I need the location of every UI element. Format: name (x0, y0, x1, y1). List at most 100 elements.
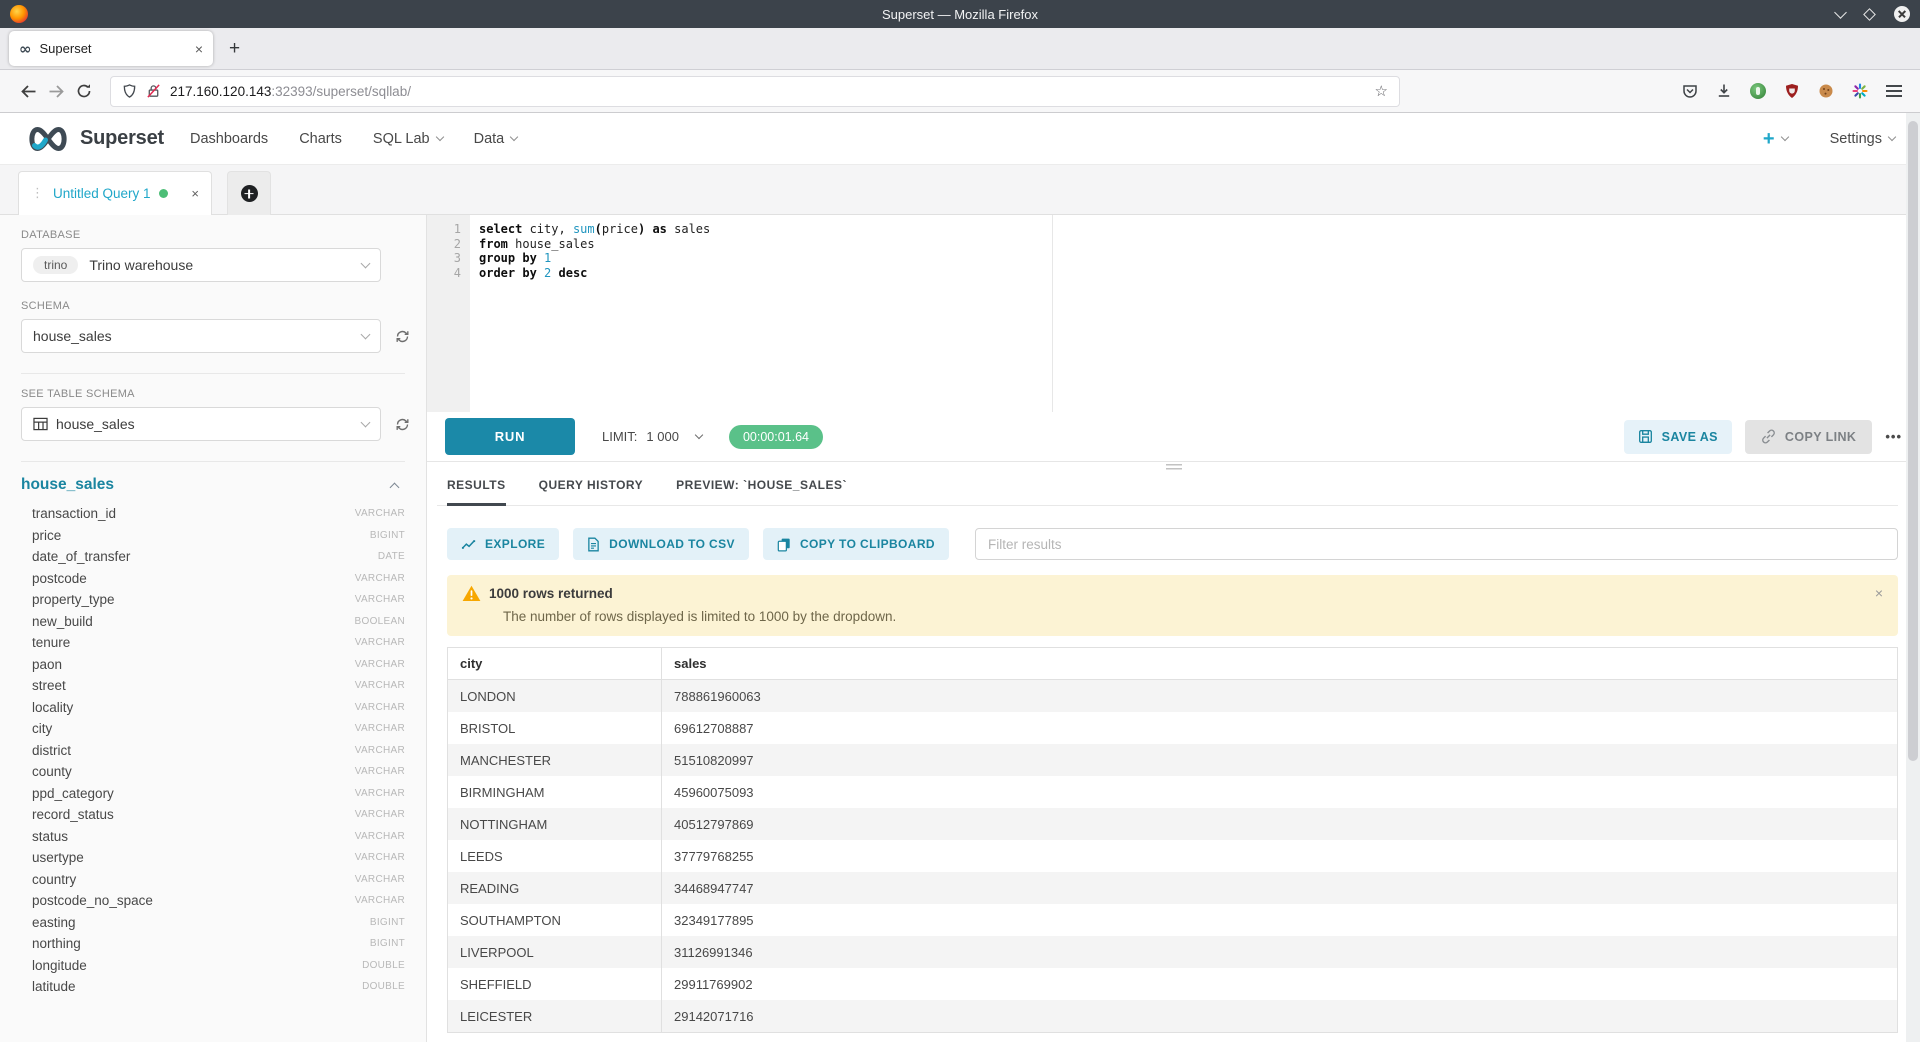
column-name: easting (32, 915, 76, 930)
database-select[interactable]: trino Trino warehouse (21, 248, 381, 282)
cell-city: LONDON (448, 689, 661, 704)
cell-city: BIRMINGHAM (448, 785, 661, 800)
sql-lab-sidebar: DATABASE trino Trino warehouse SCHEMA ho… (0, 215, 427, 1042)
sql-editor-lines: 1select city, sum(price) as sales2from h… (427, 222, 1920, 280)
more-options-icon[interactable]: ••• (1885, 429, 1902, 444)
schema-column: postcode_no_spaceVARCHAR (21, 890, 405, 912)
alert-message: The number of rows displayed is limited … (503, 609, 1882, 624)
filter-results-input[interactable] (975, 528, 1898, 560)
superset-navbar: Superset Dashboards Charts SQL Lab Data … (0, 113, 1920, 165)
scrollbar-thumb[interactable] (1908, 121, 1918, 761)
window-close-icon[interactable] (1894, 6, 1910, 22)
column-type: VARCHAR (355, 637, 405, 648)
pane-resize-handle[interactable] (1166, 464, 1182, 471)
column-type: VARCHAR (355, 788, 405, 799)
limit-dropdown[interactable]: LIMIT: 1 000 (602, 429, 702, 444)
sql-editor[interactable]: 1select city, sum(price) as sales2from h… (427, 215, 1920, 412)
schema-column: northingBIGINT (21, 933, 405, 955)
reload-icon[interactable] (70, 77, 98, 105)
tab-close-icon[interactable]: × (195, 42, 203, 56)
results-table-body: LONDON788861960063BRISTOL69612708887MANC… (448, 680, 1897, 1032)
copy-link-button[interactable]: COPY LINK (1745, 420, 1872, 454)
url-bar[interactable]: 217.160.120.143:32393/superset/sqllab/ ☆ (110, 76, 1400, 107)
column-type: BIGINT (370, 917, 405, 928)
header-city[interactable]: city (448, 656, 661, 671)
copy-clipboard-button[interactable]: COPY TO CLIPBOARD (763, 528, 949, 560)
schema-column: record_statusVARCHAR (21, 804, 405, 826)
tracking-shield-icon[interactable] (122, 83, 137, 99)
nav-item-charts[interactable]: Charts (299, 131, 342, 147)
ublock-shield-icon[interactable] (1784, 83, 1800, 99)
database-label: DATABASE (21, 229, 426, 241)
run-toolbar: RUN LIMIT: 1 000 00:00:01.64 SAVE AS (427, 412, 1920, 462)
add-new-button[interactable]: + (1763, 129, 1788, 149)
table-row: MANCHESTER51510820997 (448, 744, 1897, 776)
query-tab[interactable]: ⋮ Untitled Query 1 × (18, 171, 212, 215)
alert-close-icon[interactable]: × (1875, 585, 1883, 601)
column-type: VARCHAR (355, 895, 405, 906)
rows-returned-alert: 1000 rows returned The number of rows di… (447, 575, 1898, 636)
schema-column: countryVARCHAR (21, 869, 405, 891)
table-row: LEICESTER29142071716 (448, 1000, 1897, 1032)
run-button[interactable]: RUN (445, 418, 575, 455)
query-status-dot (159, 189, 168, 198)
browser-tab-superset[interactable]: ∞ Superset × (9, 31, 213, 66)
sql-lab-workspace: ⋮ Untitled Query 1 × DATABASE trino Trin… (0, 165, 1920, 1042)
cookie-icon[interactable] (1818, 83, 1834, 99)
results-table: city sales LONDON788861960063BRISTOL6961… (447, 647, 1898, 1033)
nav-item-sql-lab[interactable]: SQL Lab (373, 131, 443, 147)
column-name: tenure (32, 635, 70, 650)
file-icon (587, 537, 600, 552)
window-maximize-icon[interactable] (1863, 8, 1876, 21)
extension-pinwheel-icon[interactable] (1852, 83, 1868, 99)
query-tab-close-icon[interactable]: × (191, 186, 199, 201)
tab-preview-house-sales[interactable]: PREVIEW: `HOUSE_SALES` (676, 478, 847, 505)
tab-results[interactable]: RESULTS (447, 478, 506, 505)
refresh-table-icon[interactable] (395, 417, 410, 432)
extension-green-icon[interactable] (1750, 83, 1766, 99)
cell-city: LEEDS (448, 849, 661, 864)
cell-city: READING (448, 881, 661, 896)
cell-city: NOTTINGHAM (448, 817, 661, 832)
menu-hamburger-icon[interactable] (1886, 85, 1902, 97)
limit-value: 1 000 (646, 429, 679, 444)
superset-brand: Superset (80, 127, 164, 150)
column-name: city (32, 721, 52, 736)
table-schema-select[interactable]: house_sales (21, 407, 381, 441)
table-row: LEEDS37779768255 (448, 840, 1897, 872)
results-tabbar: RESULTS QUERY HISTORY PREVIEW: `HOUSE_SA… (437, 478, 1898, 506)
line-number: 2 (427, 237, 470, 252)
forward-icon[interactable] (42, 77, 70, 105)
url-text[interactable]: 217.160.120.143:32393/superset/sqllab/ (170, 84, 411, 99)
table-name-heading[interactable]: house_sales (21, 476, 114, 494)
browser-tabbar: ∞ Superset × + (0, 28, 1920, 70)
new-tab-button[interactable]: + (229, 38, 240, 60)
back-icon[interactable] (14, 77, 42, 105)
schema-column: ppd_categoryVARCHAR (21, 783, 405, 805)
schema-label: SCHEMA (21, 300, 426, 312)
save-as-button[interactable]: SAVE AS (1624, 420, 1732, 454)
drag-handle-icon[interactable]: ⋮ (31, 186, 44, 201)
code-line: 2from house_sales (427, 237, 1920, 252)
tab-query-history[interactable]: QUERY HISTORY (539, 478, 644, 505)
nav-item-data[interactable]: Data (474, 131, 518, 147)
header-sales[interactable]: sales (661, 648, 1897, 679)
schema-select[interactable]: house_sales (21, 319, 381, 353)
pocket-icon[interactable] (1682, 83, 1698, 99)
collapse-chevron-icon[interactable] (390, 482, 400, 492)
downloads-icon[interactable] (1716, 83, 1732, 99)
refresh-schema-icon[interactable] (395, 329, 410, 344)
column-name: paon (32, 657, 62, 672)
add-query-tab-button[interactable] (227, 171, 271, 215)
settings-menu[interactable]: Settings (1830, 131, 1895, 147)
window-minimize-icon[interactable] (1834, 6, 1847, 19)
insecure-lock-icon[interactable] (146, 83, 161, 99)
download-csv-button[interactable]: DOWNLOAD TO CSV (573, 528, 749, 560)
column-name: locality (32, 700, 73, 715)
bookmark-star-icon[interactable]: ☆ (1375, 82, 1388, 100)
schema-column: streetVARCHAR (21, 675, 405, 697)
nav-item-dashboards[interactable]: Dashboards (190, 131, 268, 147)
editor-pane: 1select city, sum(price) as sales2from h… (427, 215, 1920, 1042)
column-type: VARCHAR (355, 508, 405, 519)
explore-button[interactable]: EXPLORE (447, 528, 559, 560)
